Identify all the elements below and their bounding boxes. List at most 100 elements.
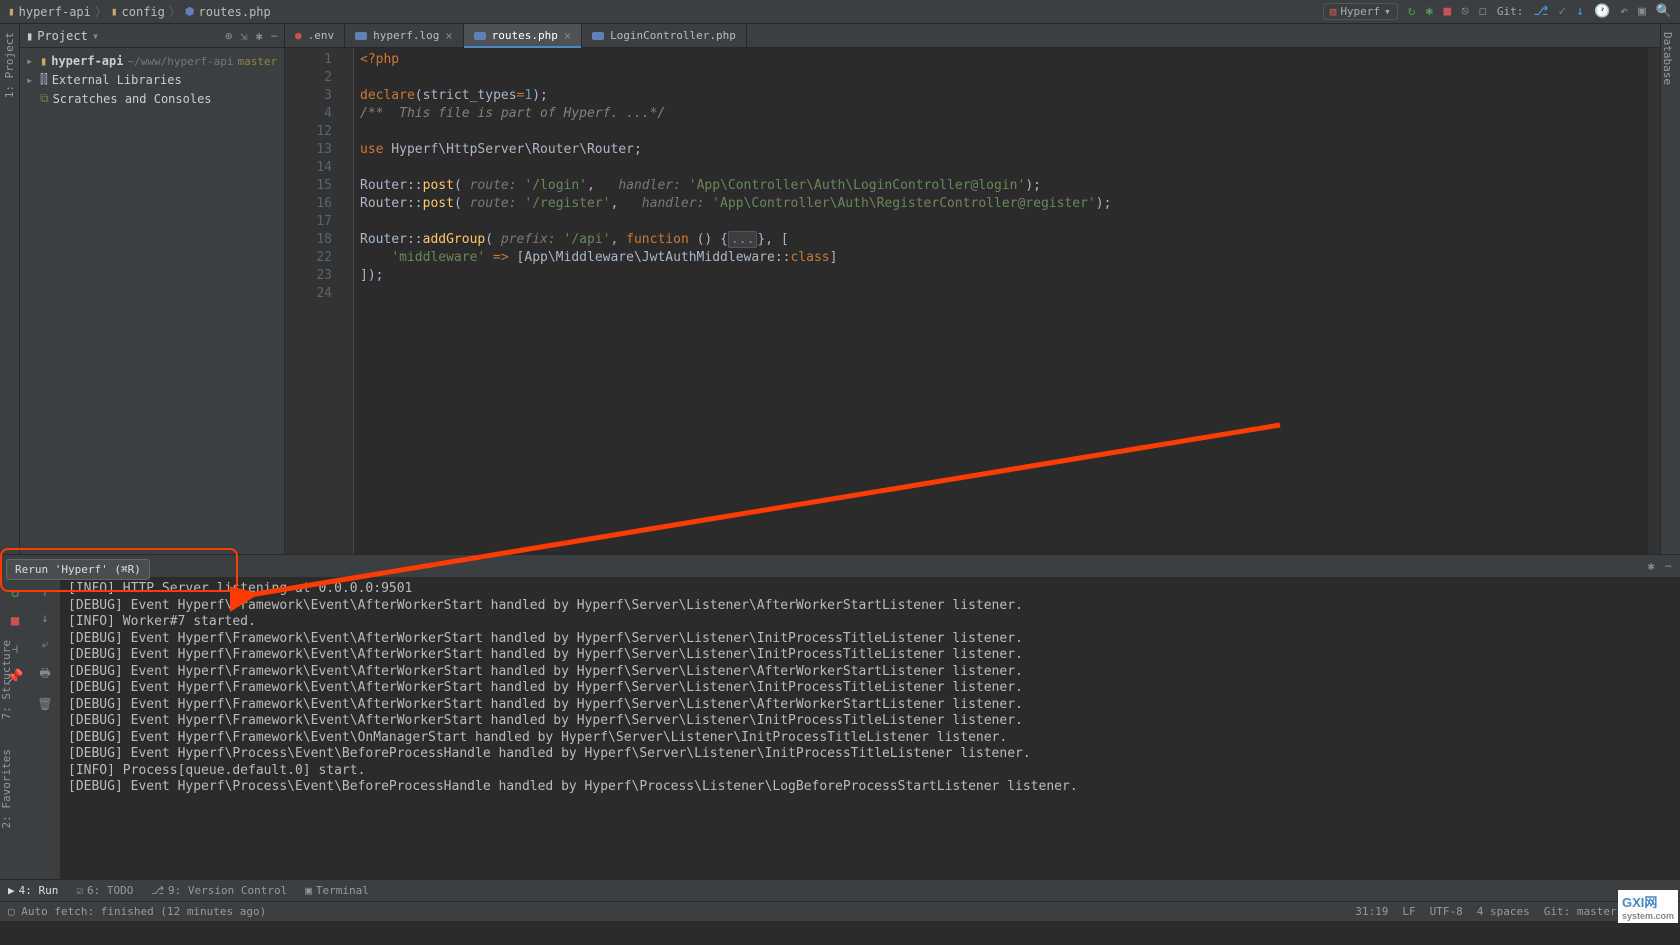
breadcrumb-project[interactable]: hyperf-api [19, 5, 91, 19]
vcs-icon: ⎇ [151, 884, 164, 897]
console-line: [DEBUG] Event Hyperf\Framework\Event\Aft… [68, 598, 1672, 615]
library-icon: ⫿⫿ [40, 72, 48, 87]
search-icon[interactable]: 🔍 [1656, 4, 1672, 19]
trash-icon[interactable]: 🗑 [37, 697, 52, 711]
run-tool-window: ✱ − ↻ ■ ⫞ 📌 ↑ ↓ ⤶ 🖶 🗑 [INFO] HTTP Server… [0, 554, 1680, 879]
tab-version-control[interactable]: ⎇ 9: Version Control [151, 884, 287, 897]
git-branch-icon[interactable]: ⎇ [1533, 4, 1548, 19]
status-icon: ▢ [8, 905, 15, 918]
sidebar-tab-structure[interactable]: 7: Structure [0, 640, 13, 719]
folder-icon: ▮ [40, 54, 47, 68]
tree-root-branch: master [237, 55, 277, 68]
project-icon: ▮ [26, 29, 33, 43]
console-line: [DEBUG] Event Hyperf\Framework\Event\Aft… [68, 664, 1672, 681]
tab-run[interactable]: ▶4: Run [8, 884, 58, 897]
project-tree: ▸ ▮ hyperf-api ~/www/hyperf-api master ▸… [20, 48, 284, 112]
console-line: [INFO] HTTP Server listening at 0.0.0.0:… [68, 581, 1672, 598]
right-tool-strip: Database [1660, 24, 1680, 554]
sidebar-tab-database[interactable]: Database [1661, 32, 1674, 85]
up-icon[interactable]: ↑ [41, 585, 48, 599]
down-icon[interactable]: ↓ [41, 611, 48, 625]
watermark: GXI网 system.com [1618, 890, 1678, 923]
console-line: [DEBUG] Event Hyperf\Framework\Event\Aft… [68, 713, 1672, 730]
tree-scratches[interactable]: ⧉ Scratches and Consoles [20, 89, 284, 108]
breadcrumb-folder[interactable]: config [122, 5, 165, 19]
git-revert-icon[interactable]: ↶ [1620, 4, 1628, 19]
git-label: Git: [1497, 5, 1524, 18]
line-number-gutter: 1 2 3 4 12 13 14 15 16 17 18 22 23 24 [285, 48, 340, 554]
hide-icon[interactable]: − [271, 29, 278, 43]
collapse-icon[interactable]: ⇲ [240, 29, 247, 43]
php-file-icon [474, 32, 486, 40]
bottom-tool-tabs: ▶4: Run ☑6: TODO ⎇ 9: Version Control ▣ Te… [0, 879, 1680, 901]
git-push-icon[interactable]: ↓ [1576, 4, 1584, 19]
breadcrumb-separator: 〉 [95, 3, 107, 20]
run-icon[interactable]: ↻ [1408, 4, 1416, 19]
sidebar-tab-project[interactable]: 1: Project [3, 32, 16, 98]
breadcrumb-file[interactable]: routes.php [199, 5, 271, 19]
console-line: [INFO] Worker#7 started. [68, 614, 1672, 631]
git-commit-icon[interactable]: ✓ [1558, 4, 1566, 19]
tab-label: 9: Version Control [168, 884, 287, 897]
fold-gutter [340, 48, 354, 554]
git-history-icon[interactable]: 🕐 [1594, 4, 1610, 19]
sidebar-tab-favorites[interactable]: 2: Favorites [0, 749, 13, 828]
rerun-icon[interactable]: ↻ [11, 585, 19, 601]
close-icon[interactable]: × [445, 29, 452, 43]
cursor-position[interactable]: 31:19 [1355, 905, 1388, 918]
tab-env[interactable]: ● .env [285, 24, 345, 47]
project-header: ▮ Project ▾ ⊕ ⇲ ✱ − [20, 24, 284, 48]
console-line: [DEBUG] Event Hyperf\Framework\Event\Aft… [68, 631, 1672, 648]
terminal-icon: ▣ [305, 884, 312, 897]
indent[interactable]: 4 spaces [1477, 905, 1530, 918]
run-left-toolbar-2: ↑ ↓ ⤶ 🖶 🗑 [30, 577, 60, 879]
tree-label: External Libraries [52, 73, 182, 87]
close-icon[interactable]: × [564, 29, 571, 43]
tab-label: hyperf.log [373, 29, 439, 42]
encoding[interactable]: UTF-8 [1430, 905, 1463, 918]
profiler-icon[interactable]: ⎋ [1461, 4, 1469, 19]
stop-icon[interactable]: ◻ [1479, 4, 1487, 19]
chevron-down-icon[interactable]: ▾ [92, 29, 99, 43]
tab-hyperf-log[interactable]: hyperf.log × [345, 24, 463, 47]
stop-icon[interactable]: ■ [11, 613, 19, 629]
tab-label: 4: Run [19, 884, 59, 897]
toggle-presentation-icon[interactable]: ▣ [1638, 4, 1646, 19]
tab-label: Terminal [316, 884, 369, 897]
tree-external-libs[interactable]: ▸ ⫿⫿ External Libraries [20, 70, 284, 89]
gear-icon[interactable]: ✱ [1648, 559, 1655, 573]
php-file-icon [592, 32, 604, 40]
console-line: [DEBUG] Event Hyperf\Framework\Event\Aft… [68, 697, 1672, 714]
folder-icon: ▮ [8, 5, 15, 18]
tab-logincontroller[interactable]: LoginController.php [582, 24, 747, 47]
console-output[interactable]: [INFO] HTTP Server listening at 0.0.0.0:… [60, 577, 1680, 879]
file-icon: ● [295, 29, 302, 42]
chevron-down-icon: ▾ [1384, 5, 1391, 18]
tab-terminal[interactable]: ▣ Terminal [305, 884, 369, 897]
tree-root[interactable]: ▸ ▮ hyperf-api ~/www/hyperf-api master [20, 52, 284, 70]
expand-icon[interactable]: ▸ [26, 54, 36, 68]
wrap-icon[interactable]: ⤶ [42, 637, 49, 652]
gear-icon[interactable]: ✱ [256, 29, 263, 43]
debug-icon[interactable]: ✱ [1426, 4, 1434, 19]
code-editor[interactable]: <?php declare(strict_types=1); /** This … [354, 48, 1648, 554]
print-icon[interactable]: 🖶 [39, 664, 50, 685]
line-separator[interactable]: LF [1402, 905, 1415, 918]
watermark-main: GXI网 [1622, 895, 1657, 910]
console-line: [DEBUG] Event Hyperf\Process\Event\Befor… [68, 779, 1672, 796]
tooltip-rerun: Rerun 'Hyperf' (⌘R) [6, 559, 150, 580]
tab-todo[interactable]: ☑6: TODO [76, 884, 133, 897]
tab-label: LoginController.php [610, 29, 736, 42]
run-configuration-selector[interactable]: ▧ Hyperf ▾ [1323, 3, 1398, 20]
tab-label: 6: TODO [87, 884, 133, 897]
coverage-icon[interactable]: ■ [1443, 4, 1451, 19]
left-tool-strip: 1: Project [0, 24, 20, 554]
git-branch[interactable]: Git: master [1544, 905, 1617, 918]
target-icon[interactable]: ⊕ [225, 29, 232, 43]
project-title: Project [37, 29, 88, 43]
hide-icon[interactable]: − [1665, 559, 1672, 573]
tab-routes[interactable]: routes.php × [464, 24, 582, 47]
status-bar: ▢ Auto fetch: finished (12 minutes ago) … [0, 901, 1680, 921]
expand-icon[interactable]: ▸ [26, 73, 36, 87]
editor-body[interactable]: 1 2 3 4 12 13 14 15 16 17 18 22 23 24 <?… [285, 48, 1660, 554]
